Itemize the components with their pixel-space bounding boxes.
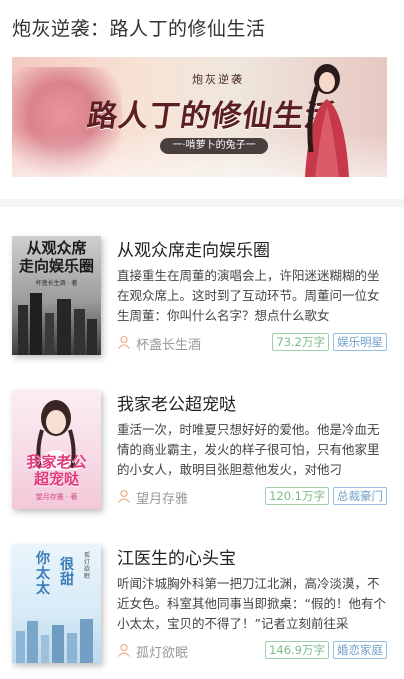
cover-author: 望月存雅 · 著 bbox=[35, 493, 78, 501]
word-count-badge: 146.9万字 bbox=[265, 641, 329, 659]
book-description: 重活一次，时唯夏只想好好的爱他。他是冷血无情的商业霸主，发火的样子很可怕，只有他… bbox=[117, 422, 380, 477]
section-divider bbox=[0, 199, 404, 207]
book-author[interactable]: 孤灯欲眠 bbox=[136, 642, 188, 661]
book-meta: 望月存雅 120.1万字 总裁豪门 bbox=[117, 487, 387, 507]
genre-tag[interactable]: 娱乐明星 bbox=[333, 333, 387, 351]
book-item[interactable]: 从观众席 走向娱乐圈 杯盏长生酒 · 著 从观众席走向娱乐圈 直接重生在周董的演… bbox=[0, 236, 404, 356]
cover-title-a: 你太太 bbox=[36, 551, 50, 597]
book-author[interactable]: 望月存雅 bbox=[136, 488, 188, 507]
page-title: 炮灰逆袭：路人丁的修仙生活 bbox=[12, 18, 266, 40]
book-cover[interactable]: 从观众席 走向娱乐圈 杯盏长生酒 · 著 bbox=[12, 236, 101, 355]
book-title[interactable]: 我家老公超宠哒 bbox=[117, 390, 397, 415]
word-count-badge: 73.2万字 bbox=[272, 333, 329, 351]
cover-author: 孤灯欲眠 bbox=[84, 552, 91, 580]
cover-title-line1: 从观众席 bbox=[26, 239, 87, 257]
person-outline-icon bbox=[117, 643, 131, 657]
book-tags: 146.9万字 婚恋家庭 bbox=[265, 641, 387, 659]
book-meta: 孤灯欲眠 146.9万字 婚恋家庭 bbox=[117, 641, 387, 661]
featured-banner[interactable]: 炮灰逆袭 路人丁的修仙生活 一·啃萝卜的兔子一 bbox=[12, 57, 387, 177]
word-count-badge: 120.1万字 bbox=[265, 487, 329, 505]
book-title[interactable]: 江医生的心头宝 bbox=[117, 544, 397, 569]
book-tags: 120.1万字 总裁豪门 bbox=[265, 487, 387, 505]
genre-tag[interactable]: 总裁豪门 bbox=[333, 487, 387, 505]
cover-title-line2: 超宠哒 bbox=[33, 470, 79, 488]
person-outline-icon bbox=[117, 489, 131, 503]
genre-tag[interactable]: 婚恋家庭 bbox=[333, 641, 387, 659]
book-author[interactable]: 杯盏长生酒 bbox=[136, 334, 201, 353]
book-title[interactable]: 从观众席走向娱乐圈 bbox=[117, 236, 397, 261]
book-meta: 杯盏长生酒 73.2万字 娱乐明星 bbox=[117, 333, 387, 353]
book-item[interactable]: 你太太 很甜 孤灯欲眠 江医生的心头宝 听闻汴城胸外科第一把刀江北渊，高冷淡漠，… bbox=[0, 544, 404, 664]
cover-title-line2: 走向娱乐圈 bbox=[18, 257, 94, 275]
cover-title-line1: 我家老公 bbox=[26, 453, 87, 471]
book-cover[interactable]: 我家老公 超宠哒 望月存雅 · 著 bbox=[12, 390, 101, 509]
banner-author: 一·啃萝卜的兔子一 bbox=[160, 138, 268, 154]
book-item[interactable]: 我家老公 超宠哒 望月存雅 · 著 我家老公超宠哒 重活一次，时唯夏只想好好的爱… bbox=[0, 390, 404, 510]
book-description: 听闻汴城胸外科第一把刀江北渊，高冷淡漠，不近女色。科室其他同事当即掀桌：“假的！… bbox=[117, 576, 386, 631]
book-description: 直接重生在周董的演唱会上，许阳迷迷糊糊的坐在观众席上。这时到了互动环节。周董问一… bbox=[117, 268, 380, 323]
person-outline-icon bbox=[117, 335, 131, 349]
book-cover[interactable]: 你太太 很甜 孤灯欲眠 bbox=[12, 544, 101, 663]
cover-city-illustration bbox=[16, 619, 93, 663]
cover-skyline-illustration bbox=[18, 293, 97, 355]
book-tags: 73.2万字 娱乐明星 bbox=[272, 333, 387, 351]
banner-subtitle: 炮灰逆袭 bbox=[192, 73, 244, 86]
banner-character-illustration bbox=[305, 64, 349, 177]
cover-title-b: 很甜 bbox=[60, 557, 74, 588]
